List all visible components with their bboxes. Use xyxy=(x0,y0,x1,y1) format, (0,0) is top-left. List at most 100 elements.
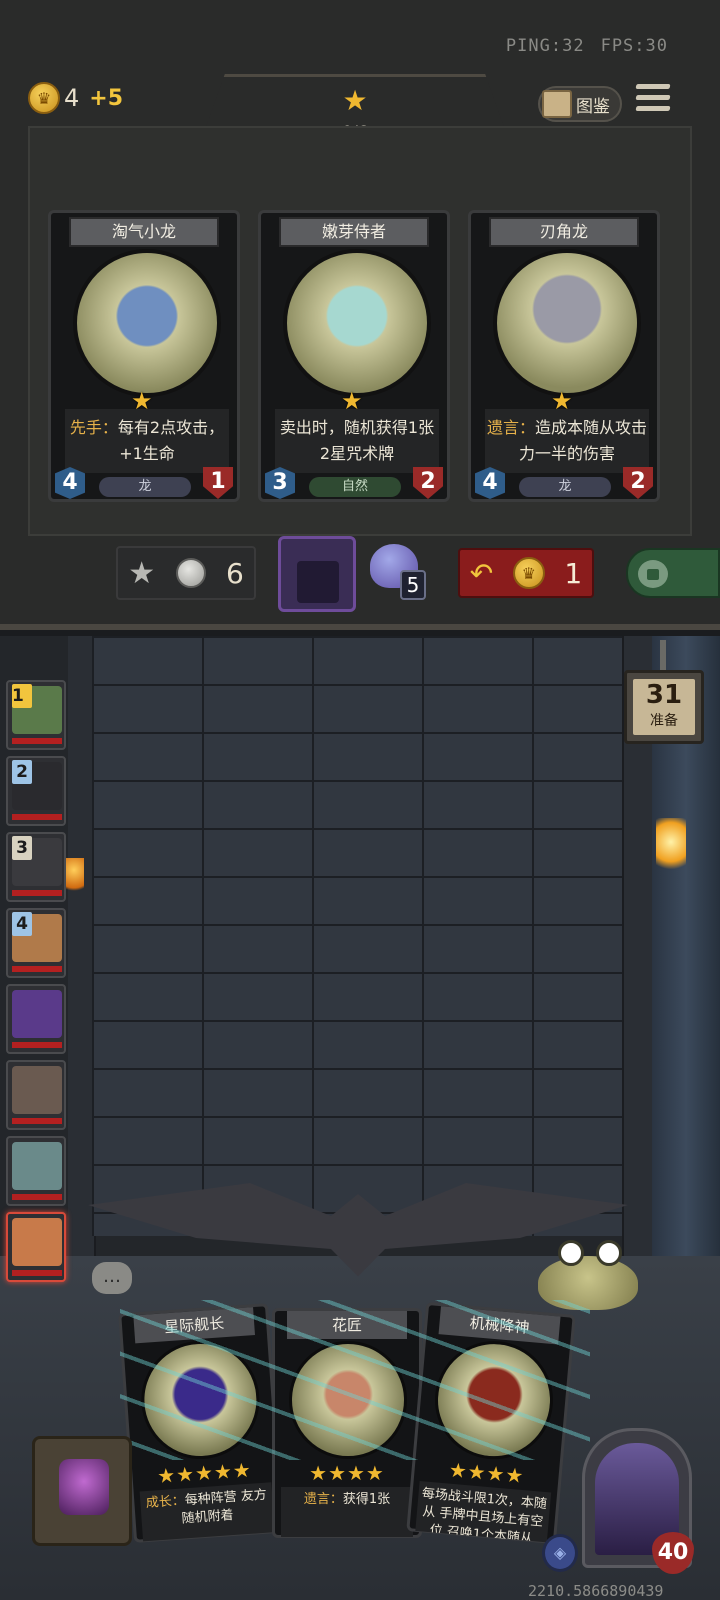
card-text: 每场战斗限1次，本随从 手牌中且场上有空位 召唤1个本随从 xyxy=(421,1486,548,1543)
shield-icon[interactable]: ◈ xyxy=(542,1534,578,1572)
health-bar xyxy=(12,738,62,744)
book-icon xyxy=(542,90,572,118)
gold-display: ♛ 4 +5 xyxy=(28,82,123,114)
deck-icon[interactable] xyxy=(32,1436,132,1546)
ranking-item-self[interactable] xyxy=(6,1212,66,1282)
shop-card[interactable]: 淘气小龙 ★ 先手：每有2点攻击，+1生命 龙 4 1 xyxy=(48,210,240,502)
card-tribe: 龙 xyxy=(99,477,191,497)
blade-horn-dragon-portrait xyxy=(493,249,641,397)
card-stars: ★★★★ xyxy=(309,1461,385,1485)
card-health: 2 xyxy=(413,467,443,499)
silver-coin-icon xyxy=(175,558,206,588)
health-bar xyxy=(12,1118,62,1124)
upgrade-cost: 6 xyxy=(225,556,244,590)
card-text: 获得1张 xyxy=(342,1492,391,1507)
card-name: 淘气小龙 xyxy=(69,217,219,247)
player-avatar xyxy=(12,990,62,1038)
refresh-cost: 1 xyxy=(564,556,583,590)
codex-button[interactable]: 图鉴 xyxy=(538,86,622,122)
performance-readout: PING:32 FPS:30 xyxy=(490,36,668,56)
turn-counter: 31 准备 xyxy=(624,670,704,744)
ranking-item[interactable] xyxy=(6,1136,66,1206)
card-keyword: 遗言： xyxy=(486,418,535,437)
turn-number: 31 xyxy=(645,680,683,710)
refresh-icon: ↶ xyxy=(469,556,494,590)
rank-number: 1 xyxy=(12,684,32,708)
star-upgrade-icon: ★ xyxy=(128,555,156,591)
menu-icon xyxy=(635,84,671,89)
card-attack: 4 xyxy=(475,467,505,499)
card-tribe: 龙 xyxy=(519,477,611,497)
card-name: 花匠 xyxy=(287,1311,407,1339)
hand-card[interactable]: 机械降神 ★★★★ 每场战斗限1次，本随从 手牌中且场上有空位 召唤1个本随从 xyxy=(406,1301,576,1545)
health-bar xyxy=(12,890,62,896)
shop-card[interactable]: 刃角龙 ★ 遗言：造成本随从攻击力一半的伤害 龙 4 2 xyxy=(468,210,660,502)
card-description: 每场战斗限1次，本随从 手牌中且场上有空位 召唤1个本随从 xyxy=(415,1481,552,1543)
crown-coin-icon: ♛ xyxy=(28,82,60,114)
card-keyword: 成长： xyxy=(145,1493,186,1512)
card-health: 1 xyxy=(203,467,233,499)
card-keyword: 遗言： xyxy=(303,1492,343,1507)
card-attack: 3 xyxy=(265,467,295,499)
card-attack: 4 xyxy=(55,467,85,499)
card-text: 每种阵营 友方随机附着 xyxy=(181,1487,268,1527)
stone-wall xyxy=(92,636,626,1236)
shop-card[interactable]: 嫩芽侍者 ★ 卖出时，随机获得1张2星咒术牌 自然 3 2 xyxy=(258,210,450,502)
lock-icon xyxy=(638,560,668,588)
deus-ex-machina-portrait xyxy=(430,1336,558,1465)
session-id: 2210.5866890439 xyxy=(528,1582,664,1600)
ping-label: PING:32 xyxy=(505,36,585,56)
card-name: 嫩芽侍者 xyxy=(279,217,429,247)
refresh-shop-button[interactable]: ↶ ♛ 1 xyxy=(458,548,594,598)
sprout-attendant-portrait xyxy=(283,249,431,397)
card-description: 遗言：获得1张 xyxy=(281,1487,413,1537)
hand-card[interactable]: 星际舰长 ★★★★★ 成长：每种阵营 友方随机附着 xyxy=(118,1303,284,1543)
card-health: 2 xyxy=(623,467,653,499)
health-bar xyxy=(12,1042,62,1048)
card-text: 造成本随从攻击力一半的伤害 xyxy=(518,418,648,463)
card-description: 卖出时，随机获得1张2星咒术牌 xyxy=(275,409,439,473)
hand-card[interactable]: 花匠 ★★★★ 遗言：获得1张 xyxy=(272,1308,422,1538)
card-text: 卖出时，随机获得1张2星咒术牌 xyxy=(279,418,435,463)
ranking-item[interactable] xyxy=(6,1060,66,1130)
potion-count: 5 xyxy=(400,570,426,600)
player-avatar xyxy=(12,1142,62,1190)
board-minion-crab[interactable] xyxy=(528,1240,656,1320)
upgrade-tier-button[interactable]: ★ 6 xyxy=(116,546,256,600)
codex-label: 图鉴 xyxy=(576,96,610,117)
ranking-item[interactable]: 1 xyxy=(6,680,66,750)
health-bar xyxy=(12,966,62,972)
potion-button[interactable]: 5 xyxy=(368,540,426,602)
health-bar xyxy=(12,1270,62,1276)
card-name: 星际舰长 xyxy=(133,1307,255,1344)
menu-button[interactable] xyxy=(635,84,671,116)
rank-number: 4 xyxy=(12,912,32,936)
card-text: 每有2点攻击，+1生命 xyxy=(117,418,225,463)
star-captain-portrait xyxy=(137,1337,264,1463)
card-name: 刃角龙 xyxy=(489,217,639,247)
crown-coin-icon: ♛ xyxy=(512,557,545,589)
ranking-item[interactable]: 3 xyxy=(6,832,66,902)
tier-star-icon: ★ xyxy=(342,84,368,117)
card-description: 先手：每有2点攻击，+1生命 xyxy=(65,409,229,473)
lock-shop-button[interactable] xyxy=(626,548,720,598)
turn-phase-label: 准备 xyxy=(650,713,678,729)
ranking-item[interactable] xyxy=(6,984,66,1054)
gold-amount: 4 xyxy=(64,84,80,112)
ranking-item[interactable]: 4 xyxy=(6,908,66,978)
ranking-item[interactable]: 2 xyxy=(6,756,66,826)
fps-label: FPS:30 xyxy=(600,36,668,56)
gardener-portrait xyxy=(289,1341,407,1459)
player-avatar xyxy=(12,1066,62,1114)
spell-card-icon[interactable] xyxy=(278,536,356,612)
health-bar xyxy=(12,814,62,820)
chat-icon[interactable]: … xyxy=(92,1262,132,1294)
card-keyword: 先手： xyxy=(69,418,118,437)
dragon-portrait xyxy=(73,249,221,397)
gold-bonus: +5 xyxy=(89,85,124,111)
card-description: 成长：每种阵营 友方随机附着 xyxy=(139,1482,275,1542)
health-bar xyxy=(12,1194,62,1200)
shop-panel: PING:32FPS:30 ♛ 4 +5 ★ 0/6 图鉴 淘气小龙 ★ 先手：… xyxy=(0,0,720,630)
card-tribe: 自然 xyxy=(309,477,401,497)
torch-icon xyxy=(656,818,686,878)
